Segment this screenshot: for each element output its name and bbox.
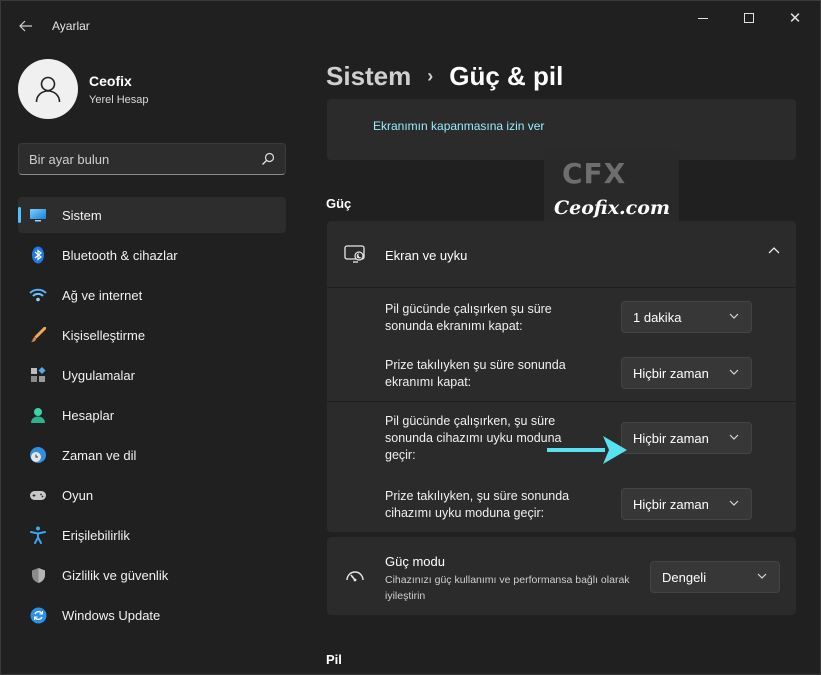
gamepad-icon bbox=[29, 486, 47, 504]
search-placeholder: Bir ayar bulun bbox=[29, 151, 110, 167]
app-title: Ayarlar bbox=[52, 19, 90, 33]
maximize-icon bbox=[744, 13, 754, 23]
wifi-icon bbox=[29, 286, 47, 304]
watermark-logo: CFX bbox=[562, 157, 627, 190]
user-profile[interactable]: Ceofix Yerel Hesap bbox=[18, 59, 149, 119]
chevron-down-icon bbox=[729, 313, 739, 319]
sidebar-item-label: Oyun bbox=[62, 487, 94, 503]
search-icon[interactable] bbox=[261, 152, 275, 166]
sidebar-item-label: Ağ ve internet bbox=[62, 287, 143, 303]
section-power: Güç bbox=[326, 196, 352, 211]
apps-icon bbox=[29, 366, 47, 384]
person-icon bbox=[29, 406, 47, 424]
sidebar-item-time-language[interactable]: Zaman ve dil bbox=[18, 437, 286, 473]
sidebar-item-label: Uygulamalar bbox=[62, 367, 135, 383]
chevron-up-icon[interactable] bbox=[768, 246, 780, 254]
user-avatar-icon bbox=[35, 76, 61, 103]
display-icon bbox=[29, 206, 47, 224]
power-mode-card: Güç modu Cihazınızı güç kullanımı ve per… bbox=[327, 537, 796, 615]
watermark: CFX Ceofix.com bbox=[544, 149, 679, 231]
minimize-icon bbox=[698, 17, 708, 19]
sidebar-item-apps[interactable]: Uygulamalar bbox=[18, 357, 286, 393]
section-battery: Pil bbox=[326, 652, 342, 667]
settings-window: Ayarlar ✕ Ceofix Yerel Hesap Bir ayar bu… bbox=[0, 0, 821, 675]
back-arrow-icon bbox=[19, 20, 32, 32]
chevron-down-icon bbox=[729, 434, 739, 440]
close-icon: ✕ bbox=[788, 9, 802, 27]
power-mode-title: Güç modu bbox=[385, 554, 445, 569]
dropdown-value: Hiçbir zaman bbox=[633, 365, 709, 381]
chevron-down-icon bbox=[729, 500, 739, 506]
minimize-button[interactable] bbox=[680, 1, 726, 35]
chevron-down-icon bbox=[729, 369, 739, 375]
update-icon bbox=[29, 606, 47, 624]
dropdown-value: Hiçbir zaman bbox=[633, 430, 709, 446]
chevron-down-icon bbox=[757, 573, 767, 579]
battery-screen-off-dropdown[interactable]: 1 dakika bbox=[621, 301, 752, 333]
brush-icon bbox=[29, 326, 47, 344]
sidebar-item-windows-update[interactable]: Windows Update bbox=[18, 597, 286, 633]
search-input[interactable]: Bir ayar bulun bbox=[18, 143, 286, 175]
breadcrumb-parent[interactable]: Sistem bbox=[326, 61, 411, 92]
shield-icon bbox=[29, 566, 47, 584]
sidebar-item-network[interactable]: Ağ ve internet bbox=[18, 277, 286, 313]
clock-globe-icon bbox=[29, 446, 47, 464]
sidebar-item-accessibility[interactable]: Erişilebilirlik bbox=[18, 517, 286, 553]
maximize-button[interactable] bbox=[726, 1, 772, 35]
accessibility-icon bbox=[29, 526, 47, 544]
dropdown-value: Dengeli bbox=[662, 569, 707, 585]
breadcrumb: Sistem › Güç & pil bbox=[326, 61, 563, 92]
dropdown-value: Hiçbir zaman bbox=[633, 496, 709, 512]
sidebar-item-label: Kişiselleştirme bbox=[62, 327, 146, 343]
plugged-screen-off-label: Prize takılıyken şu süre sonunda ekranım… bbox=[385, 358, 566, 389]
profile-account-type: Yerel Hesap bbox=[89, 93, 149, 106]
sidebar-item-accounts[interactable]: Hesaplar bbox=[18, 397, 286, 433]
plugged-screen-off-dropdown[interactable]: Hiçbir zaman bbox=[621, 357, 752, 389]
plugged-sleep-dropdown[interactable]: Hiçbir zaman bbox=[621, 488, 752, 520]
sidebar-item-label: Gizlilik ve güvenlik bbox=[62, 567, 169, 583]
back-button[interactable] bbox=[13, 13, 39, 39]
breadcrumb-separator: › bbox=[427, 66, 434, 86]
screen-sleep-title: Ekran ve uyku bbox=[385, 248, 468, 263]
sidebar-nav: Sistem Bluetooth & cihazlar Ağ ve intern… bbox=[18, 197, 286, 637]
sidebar-item-label: Zaman ve dil bbox=[62, 447, 137, 463]
watermark-text: Ceofix.com bbox=[554, 197, 670, 219]
screen-sleep-card: Ekran ve uyku Pil gücünde çalışırken şu … bbox=[327, 221, 796, 532]
screen-sleep-header[interactable]: Ekran ve uyku bbox=[327, 221, 796, 288]
page-title: Güç & pil bbox=[449, 61, 564, 91]
sidebar-item-label: Hesaplar bbox=[62, 407, 115, 423]
close-button[interactable]: ✕ bbox=[772, 1, 818, 35]
profile-name: Ceofix bbox=[89, 72, 132, 89]
power-mode-description: Cihazınızı güç kullanımı ve performansa … bbox=[385, 574, 630, 602]
screen-off-group: Pil gücünde çalışırken şu süre sonunda e… bbox=[327, 288, 796, 400]
battery-screen-off-label: Pil gücünde çalışırken şu süre sonunda e… bbox=[385, 302, 552, 333]
battery-sleep-dropdown[interactable]: Hiçbir zaman bbox=[621, 422, 752, 454]
sidebar-item-privacy[interactable]: Gizlilik ve güvenlik bbox=[18, 557, 286, 593]
allow-screen-off-link[interactable]: Ekranımın kapanmasına izin ver bbox=[373, 119, 544, 133]
power-mode-gauge-icon bbox=[346, 571, 364, 582]
avatar bbox=[18, 59, 78, 119]
sidebar-item-sistem[interactable]: Sistem bbox=[18, 197, 286, 233]
title-bar: Ayarlar ✕ bbox=[1, 1, 820, 49]
sidebar-item-label: Sistem bbox=[62, 207, 102, 223]
screen-sleep-icon bbox=[344, 245, 365, 263]
arrow-annotation-icon bbox=[547, 436, 627, 464]
sidebar-item-label: Erişilebilirlik bbox=[62, 527, 130, 543]
plugged-sleep-label: Prize takılıyken, şu süre sonunda cihazı… bbox=[385, 489, 570, 520]
sidebar-item-label: Bluetooth & cihazlar bbox=[62, 247, 178, 263]
sidebar-item-gaming[interactable]: Oyun bbox=[18, 477, 286, 513]
sidebar-item-label: Windows Update bbox=[62, 607, 161, 623]
bluetooth-icon bbox=[29, 246, 47, 264]
power-mode-dropdown[interactable]: Dengeli bbox=[650, 561, 780, 593]
dropdown-value: 1 dakika bbox=[633, 309, 682, 325]
sidebar-item-personalization[interactable]: Kişiselleştirme bbox=[18, 317, 286, 353]
sidebar-item-bluetooth[interactable]: Bluetooth & cihazlar bbox=[18, 237, 286, 273]
